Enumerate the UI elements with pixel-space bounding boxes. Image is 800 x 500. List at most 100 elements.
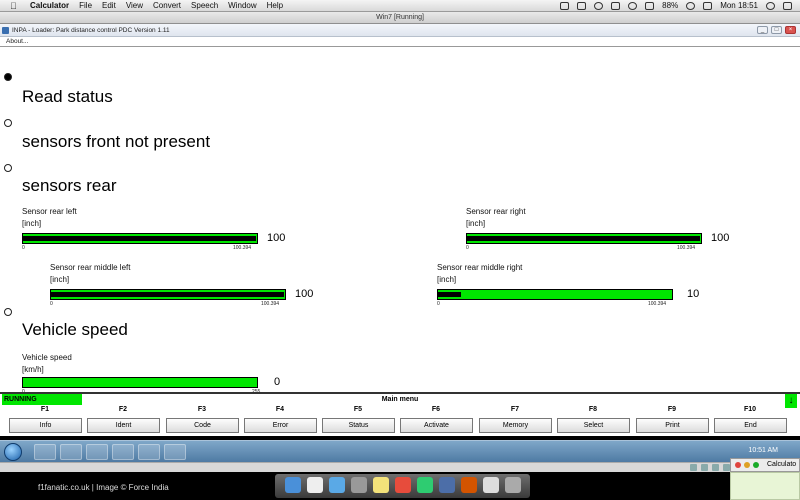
apple-menu-icon[interactable]: : [10, 1, 17, 11]
mac-menus: Calculator File Edit View Convert Speech…: [30, 1, 283, 10]
menu-help[interactable]: Help: [267, 1, 283, 10]
calculator-window[interactable]: Calculato: [730, 458, 800, 472]
bluetooth-icon[interactable]: [611, 1, 621, 10]
end-button[interactable]: End: [714, 418, 787, 433]
fkey-label-f4: F4: [275, 406, 285, 413]
safari-icon[interactable]: [329, 477, 345, 493]
mac-menu-bar:  Calculator File Edit View Convert Spee…: [0, 0, 800, 12]
windows-clock[interactable]: 10:51 AM: [748, 447, 778, 454]
zoom-light-icon[interactable]: [753, 462, 759, 468]
battery-icon[interactable]: [645, 1, 655, 10]
radio-rear[interactable]: [4, 164, 12, 172]
network-icon[interactable]: [723, 464, 730, 471]
gauge-max: 100.394: [677, 245, 696, 251]
vm-status-bar: [0, 462, 800, 472]
menu-about[interactable]: About...: [6, 38, 28, 45]
window-controls: _ □ ×: [757, 26, 796, 34]
info-button[interactable]: Info: [9, 418, 82, 433]
activate-button[interactable]: Activate: [400, 418, 473, 433]
gauge-label: Sensor rear middle right: [437, 263, 523, 272]
menu-speech[interactable]: Speech: [191, 1, 218, 10]
heading-front: sensors front not present: [22, 132, 211, 151]
wifi-icon[interactable]: [686, 1, 696, 10]
inpa-task-icon[interactable]: [138, 444, 160, 460]
gauge-min: 0: [22, 245, 25, 251]
system-preferences-icon[interactable]: [351, 477, 367, 493]
close-light-icon[interactable]: [735, 462, 741, 468]
app-icon-1[interactable]: [461, 477, 477, 493]
notes-icon[interactable]: [373, 477, 389, 493]
calendar-icon[interactable]: [307, 477, 323, 493]
heading-read-status: Read status: [22, 87, 113, 106]
maximize-button[interactable]: □: [771, 26, 782, 34]
heading-speed: Vehicle speed: [22, 320, 128, 339]
fkey-label-f10: F10: [743, 406, 757, 413]
traffic-lights: [735, 462, 759, 468]
volume-icon[interactable]: [628, 1, 638, 10]
dropbox-icon[interactable]: [560, 1, 570, 10]
sticky-note-window[interactable]: [730, 472, 800, 500]
spotify-icon[interactable]: [417, 477, 433, 493]
close-button[interactable]: ×: [785, 26, 796, 34]
vm-device-icons: [690, 464, 730, 471]
fkey-label-f1: F1: [40, 406, 50, 413]
gauge-label: Vehicle speed: [22, 353, 72, 362]
trash-icon[interactable]: [505, 477, 521, 493]
status-area: 88% Mon 18:51: [560, 1, 792, 10]
gauge-label: Sensor rear middle left: [50, 263, 131, 272]
flag-icon[interactable]: [703, 1, 713, 10]
gauge-value: 100: [711, 232, 730, 244]
gauge-min: 0: [466, 245, 469, 251]
hdd-icon[interactable]: [690, 464, 697, 471]
menu-view[interactable]: View: [126, 1, 143, 10]
status-button[interactable]: Status: [322, 418, 395, 433]
gauge-fill: [467, 236, 701, 241]
folder-icon[interactable]: [60, 444, 82, 460]
radio-read-status[interactable]: [4, 73, 12, 81]
gauge-bar: [22, 377, 258, 388]
gauge-value: 100: [267, 232, 286, 244]
gear-icon[interactable]: [577, 1, 587, 10]
battery-percent: 88%: [662, 1, 679, 10]
gauge-fill: [438, 292, 462, 297]
gauge-unit: [inch]: [22, 219, 42, 228]
finder-icon[interactable]: [285, 477, 301, 493]
virtualbox-icon[interactable]: [439, 477, 455, 493]
minimize-light-icon[interactable]: [744, 462, 750, 468]
code-button[interactable]: Code: [166, 418, 239, 433]
menu-convert[interactable]: Convert: [153, 1, 181, 10]
memory-button[interactable]: Memory: [479, 418, 552, 433]
gauge-unit: [km/h]: [22, 365, 44, 374]
minimize-button[interactable]: _: [757, 26, 768, 34]
spotlight-icon[interactable]: [766, 1, 775, 10]
function-key-bar: Main menu RUNNING ↓ F1 F2 F3 F4 F5 F6 F7…: [0, 392, 800, 436]
menu-calculator[interactable]: Calculator: [30, 1, 69, 10]
menu-edit[interactable]: Edit: [102, 1, 116, 10]
status-content: Read status sensors front not present se…: [0, 48, 800, 395]
error-button[interactable]: Error: [244, 418, 317, 433]
ident-button[interactable]: Ident: [87, 418, 160, 433]
notification-icon[interactable]: [783, 1, 792, 10]
menu-window[interactable]: Window: [228, 1, 256, 10]
chrome-dock-icon[interactable]: [395, 477, 411, 493]
gauge-bar: [50, 289, 286, 300]
image-credit: f1fanatic.co.uk | Image © Force India: [38, 483, 169, 492]
radio-speed[interactable]: [4, 308, 12, 316]
internet-explorer-icon[interactable]: [34, 444, 56, 460]
start-button-icon[interactable]: [4, 443, 22, 461]
menu-file[interactable]: File: [79, 1, 92, 10]
media-player-icon[interactable]: [86, 444, 108, 460]
radio-front[interactable]: [4, 119, 12, 127]
document-icon[interactable]: [483, 477, 499, 493]
fkey-label-f5: F5: [353, 406, 363, 413]
select-button[interactable]: Select: [557, 418, 630, 433]
sync-icon[interactable]: [594, 1, 604, 10]
gauge-fill: [51, 292, 285, 297]
cd-icon[interactable]: [701, 464, 708, 471]
fkey-label-f8: F8: [588, 406, 598, 413]
print-button[interactable]: Print: [636, 418, 709, 433]
mac-clock[interactable]: Mon 18:51: [720, 1, 758, 10]
usb-icon[interactable]: [712, 464, 719, 471]
chrome-icon[interactable]: [112, 444, 134, 460]
bmw-icon[interactable]: [164, 444, 186, 460]
